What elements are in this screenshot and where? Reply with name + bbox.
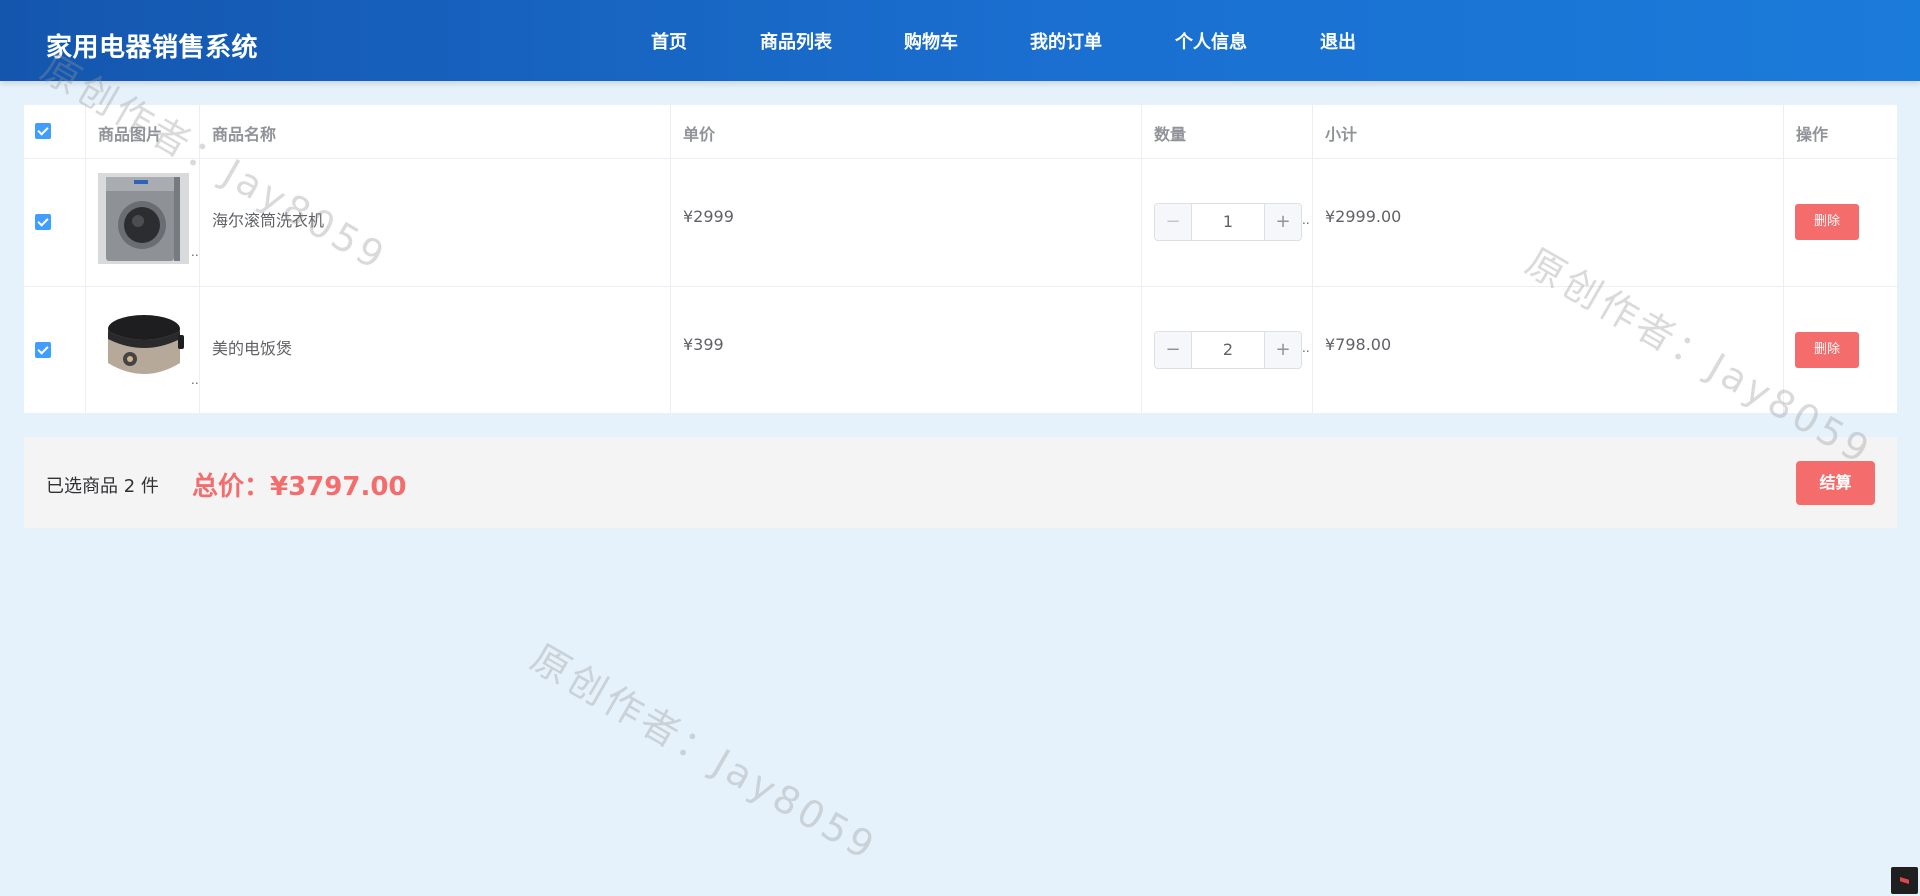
top-header: 家用电器销售系统 首页 商品列表 购物车 我的订单 个人信息 退出 xyxy=(0,0,1920,81)
site-title: 家用电器销售系统 xyxy=(46,33,259,63)
quantity-stepper[interactable]: − 1 + xyxy=(1154,203,1302,241)
column-header-actions: 操作 xyxy=(1796,125,1829,144)
subtotal: ¥798.00 xyxy=(1325,335,1392,354)
nav-home[interactable]: 首页 xyxy=(651,28,687,54)
row-checkbox[interactable] xyxy=(35,214,51,230)
row-checkbox[interactable] xyxy=(35,342,51,358)
nav-my-orders[interactable]: 我的订单 xyxy=(1030,28,1102,54)
nav-logout[interactable]: 退出 xyxy=(1320,28,1356,54)
quantity-input[interactable]: 1 xyxy=(1192,204,1264,240)
corner-flag-icon[interactable] xyxy=(1891,867,1918,894)
product-name: 美的电饭煲 xyxy=(212,339,293,358)
overflow-dots: .. xyxy=(191,245,199,259)
column-divider xyxy=(1141,105,1142,413)
nav-product-list[interactable]: 商品列表 xyxy=(760,28,832,54)
increase-button[interactable]: + xyxy=(1264,204,1301,240)
delete-button[interactable]: 删除 xyxy=(1795,332,1859,368)
cart-table: 商品图片 商品名称 单价 数量 小计 操作 .. 海尔滚筒洗衣机 ¥2999 −… xyxy=(24,105,1897,413)
column-divider xyxy=(85,105,86,413)
product-name: 海尔滚筒洗衣机 xyxy=(212,211,325,230)
cart-summary: 已选商品 2 件 总价：¥3797.00 结算 xyxy=(24,437,1897,528)
column-header-image: 商品图片 xyxy=(98,125,163,144)
rice-cooker-icon[interactable] xyxy=(98,301,189,392)
overflow-dots: .. xyxy=(1302,213,1310,227)
row-divider xyxy=(24,286,1897,287)
quantity-stepper[interactable]: − 2 + xyxy=(1154,331,1302,369)
decrease-button[interactable]: − xyxy=(1155,204,1192,240)
quantity-input[interactable]: 2 xyxy=(1192,332,1264,368)
washing-machine-icon[interactable] xyxy=(98,173,189,264)
total-price: 总价：¥3797.00 xyxy=(192,472,407,502)
unit-price: ¥399 xyxy=(683,335,724,354)
column-header-quantity: 数量 xyxy=(1154,125,1187,144)
nav-profile[interactable]: 个人信息 xyxy=(1175,28,1247,54)
select-all-checkbox[interactable] xyxy=(35,123,51,139)
selected-count: 已选商品 2 件 xyxy=(46,476,159,497)
column-header-subtotal: 小计 xyxy=(1325,125,1358,144)
decrease-button[interactable]: − xyxy=(1155,332,1192,368)
unit-price: ¥2999 xyxy=(683,207,734,226)
overflow-dots: .. xyxy=(1302,341,1310,355)
checkout-button[interactable]: 结算 xyxy=(1796,461,1875,505)
column-header-price: 单价 xyxy=(683,125,716,144)
column-divider xyxy=(1312,105,1313,413)
overflow-dots: .. xyxy=(191,373,199,387)
column-divider xyxy=(199,105,200,413)
watermark: 原创作者：Jay8059 xyxy=(523,635,885,870)
increase-button[interactable]: + xyxy=(1264,332,1301,368)
nav-cart[interactable]: 购物车 xyxy=(904,28,958,54)
subtotal: ¥2999.00 xyxy=(1325,207,1402,226)
row-divider xyxy=(24,158,1897,159)
column-divider xyxy=(670,105,671,413)
column-divider xyxy=(1783,105,1784,413)
column-header-name: 商品名称 xyxy=(212,125,277,144)
delete-button[interactable]: 删除 xyxy=(1795,204,1859,240)
